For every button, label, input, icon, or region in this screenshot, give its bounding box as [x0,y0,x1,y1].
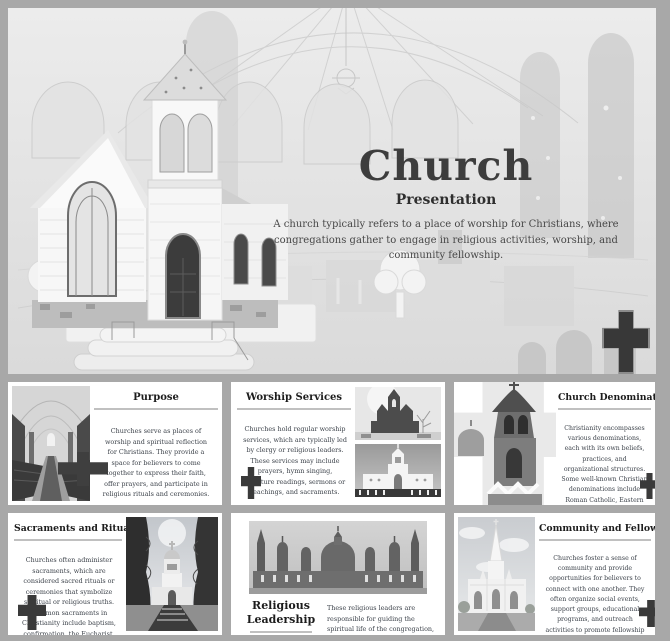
slide-body: Christianity encompasses various denomin… [560,424,649,505]
hero-description: A church typically refers to a place of … [246,217,646,264]
slide-title: Church Denominations [558,382,651,408]
title-divider [237,408,351,410]
slide-title: Community and Fellowship [539,513,651,539]
white-gothic-church-photo [458,517,535,631]
title-divider [539,539,651,541]
slide-thumbnail-community-fellowship[interactable]: Community and Fellowship Churches foster… [454,513,655,635]
slide-title: Worship Services [237,382,351,408]
slide-body: Churches hold regular worship services, … [243,424,347,498]
title-divider [94,408,218,410]
slide-title: Religious Leadership [241,597,321,631]
slide-title: Purpose [94,382,218,408]
slide-thumbnail-purpose[interactable]: Purpose Churches serve as places of wors… [8,382,222,505]
slide-thumbnail-worship-services[interactable]: Worship Services Churches hold regular w… [231,382,445,505]
title-divider [14,539,122,541]
slide-thumbnail-church-denominations[interactable]: Church Denominations Christianity encomp… [454,382,655,505]
church-tower-photo [126,517,218,631]
title-divider [558,408,651,410]
hero-slide[interactable]: Church Presentation A church typically r… [8,8,656,374]
title-divider [250,631,312,633]
slide-body: These religious leaders are responsible … [327,603,439,635]
slide-thumbnail-sacraments-rituals[interactable]: Sacraments and Rituals Churches often ad… [8,513,222,635]
basilica-photo [249,521,427,594]
hero-text-block: Church Presentation A church typically r… [236,144,656,264]
bell-tower-cross-photo [454,382,556,505]
presentation-template-preview: Church Presentation A church typically r… [0,0,670,641]
hero-title: Church [236,144,656,189]
slide-body: Churches foster a sense of community and… [543,554,647,635]
hero-subtitle: Presentation [236,192,656,208]
slide-thumbnail-religious-leadership[interactable]: Religious Leadership These religious lea… [231,513,445,635]
slide-body: Churches serve as places of worship and … [100,426,212,500]
gothic-church-photo [355,387,441,440]
white-church-photo [355,444,441,497]
slide-title: Sacraments and Rituals [14,513,122,539]
